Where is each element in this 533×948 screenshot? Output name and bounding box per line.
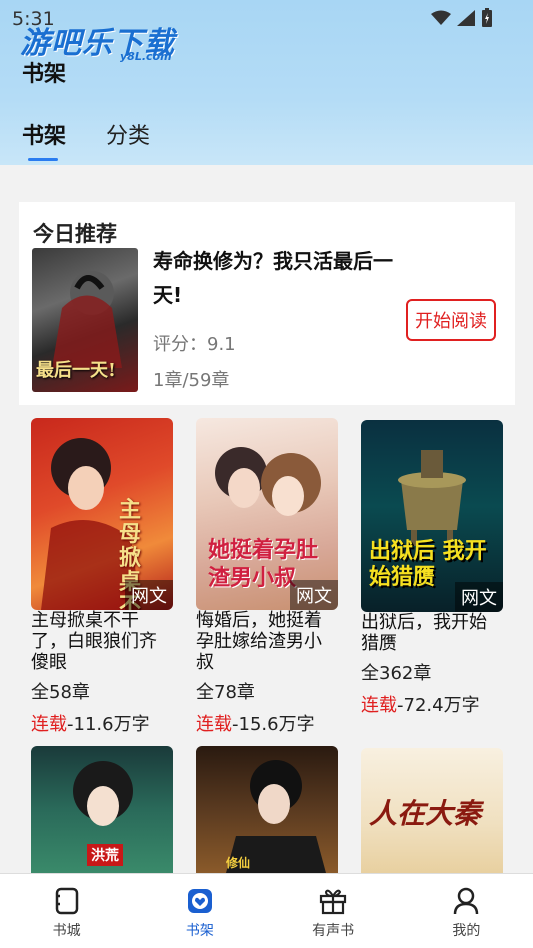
bottom-nav: 书城 书架 有声书 我的 — [0, 873, 533, 948]
status-icons — [431, 8, 493, 28]
book-item[interactable]: 洪荒 — [31, 746, 181, 873]
page-title: 书架 — [22, 62, 67, 87]
book-cover: 人在大秦 — [361, 748, 503, 873]
chapter-count: 全362章 — [361, 663, 432, 684]
serial-status: 连载 — [196, 714, 232, 735]
tab-bar: 书架 分类 — [22, 118, 150, 161]
book-cover: 洪荒 — [31, 746, 173, 873]
today-recommend-card[interactable]: 今日推荐 最后一天! 寿命换修为？我只活最后一天! 评分：9.1 1章/59章 … — [19, 202, 515, 405]
book-item[interactable]: 她挺着孕肚渣男小叔 网文 悔婚后，她挺着孕肚嫁给渣男小叔 全78章 连载-15.… — [196, 418, 346, 736]
nav-label: 书架 — [185, 923, 214, 939]
cover-title: 修仙 — [226, 856, 251, 870]
book-item[interactable]: 人在大秦 — [361, 748, 511, 873]
book-item[interactable]: 出狱后 我开始猎赝 网文 出狱后，我开始猎赝 全362章 连载-72.4万字 — [361, 420, 511, 717]
tab-category[interactable]: 分类 — [106, 118, 150, 150]
book-title: 主母掀桌不干了，白眼狼们齐傻眼 — [31, 610, 157, 673]
section-title: 今日推荐 — [33, 222, 117, 246]
book-cover: 出狱后 我开始猎赝 网文 — [361, 420, 503, 612]
nav-label: 我的 — [452, 923, 481, 939]
store-icon — [55, 887, 78, 915]
serial-status: 连载 — [361, 695, 397, 716]
header: 5:31 游吧乐下载 y8L.com 书架 书架 分类 — [0, 0, 533, 165]
book-item[interactable]: 主母掀桌不干了 网文 主母掀桌不干了，白眼狼们齐傻眼 全58章 连载-11.6万… — [31, 418, 181, 736]
start-reading-button[interactable]: 开始阅读 — [406, 299, 496, 341]
book-title: 出狱后，我开始猎赝 — [361, 612, 487, 654]
word-count: -11.6万字 — [67, 714, 150, 735]
nav-item-bookshelf[interactable]: 书架 — [150, 874, 250, 948]
book-title: 寿命换修为？我只活最后一天! — [153, 249, 393, 307]
book-cover[interactable]: 最后一天! — [32, 248, 138, 392]
serial-status: 连载 — [31, 714, 67, 735]
book-cover: 主母掀桌不干了 网文 — [31, 418, 173, 610]
word-count: -72.4万字 — [397, 695, 480, 716]
cover-illustration — [226, 760, 326, 873]
nav-item-audiobook[interactable]: 有声书 — [283, 874, 383, 948]
book-status: 连载-72.4万字 — [361, 691, 511, 717]
cover-title: 洪荒 — [87, 844, 123, 866]
chapter-count: 全58章 — [31, 682, 90, 703]
nav-label: 有声书 — [312, 923, 355, 939]
nav-item-profile[interactable]: 我的 — [416, 874, 516, 948]
genre-tag: 网文 — [290, 580, 338, 610]
book-status: 连载-15.6万字 — [196, 710, 346, 736]
book-cover: 修仙 — [196, 746, 338, 873]
book-score: 评分：9.1 — [153, 334, 236, 355]
profile-icon — [454, 887, 479, 915]
gift-icon — [320, 889, 347, 915]
wifi-icon — [431, 10, 451, 25]
book-cover: 她挺着孕肚渣男小叔 网文 — [196, 418, 338, 610]
genre-tag: 网文 — [455, 582, 503, 612]
nav-label: 书城 — [52, 923, 81, 939]
cover-title: 人在大秦 — [369, 797, 482, 830]
reading-progress: 1章/59章 — [153, 370, 230, 391]
genre-tag: 网文 — [125, 580, 173, 610]
word-count: -15.6万字 — [232, 714, 315, 735]
cover-title: 最后一天! — [36, 360, 116, 381]
book-item[interactable]: 修仙 — [196, 746, 346, 873]
watermark-sub: y8L.com — [120, 50, 172, 63]
signal-icon — [457, 10, 475, 26]
nav-item-store[interactable]: 书城 — [17, 874, 117, 948]
bookshelf-icon — [187, 889, 212, 913]
chapter-count: 全78章 — [196, 682, 255, 703]
battery-icon — [482, 8, 492, 27]
book-title: 悔婚后，她挺着孕肚嫁给渣男小叔 — [196, 610, 322, 673]
tab-bookshelf[interactable]: 书架 — [22, 118, 66, 161]
book-status: 连载-11.6万字 — [31, 710, 181, 736]
